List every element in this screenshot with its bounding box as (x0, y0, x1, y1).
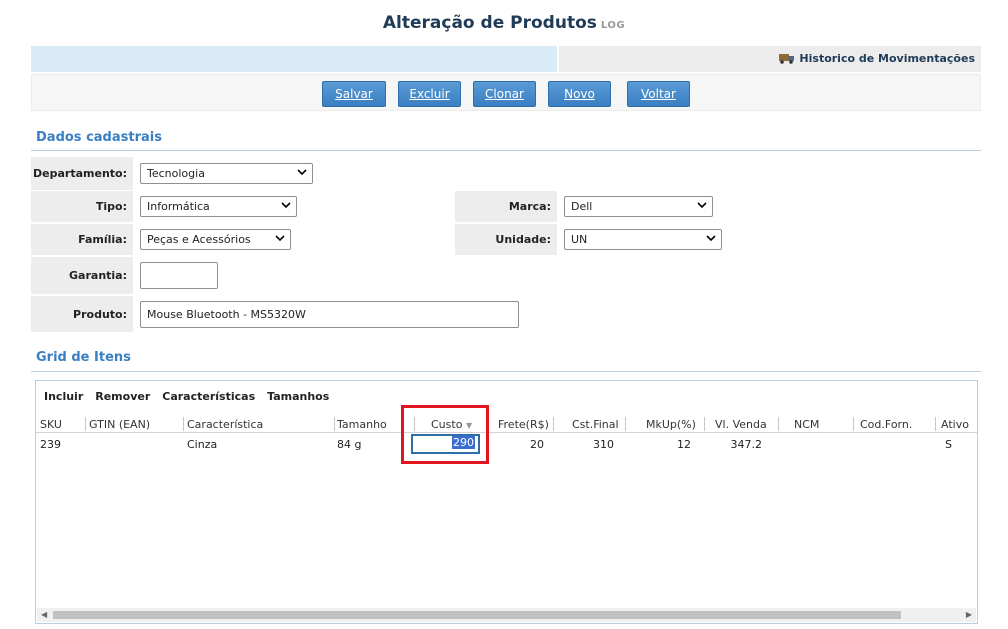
items-grid: Incluir Remover Características Tamanhos… (35, 380, 978, 624)
garantia-input[interactable] (140, 262, 218, 289)
col-cst-final[interactable]: Cst.Final (572, 418, 619, 431)
section-divider (31, 150, 981, 151)
new-button[interactable]: Novo (548, 81, 611, 107)
highlight-box (401, 405, 489, 464)
col-ncm[interactable]: NCM (794, 418, 819, 431)
unidade-value: UN (571, 233, 588, 246)
cell-vl-venda: 347.2 (730, 438, 763, 451)
caracteristicas-button[interactable]: Características (162, 390, 255, 403)
scrollbar-thumb[interactable] (53, 611, 901, 619)
cell-cst-final: 310 (593, 438, 614, 451)
scroll-right-icon[interactable]: ▶ (966, 610, 972, 619)
col-caracteristica[interactable]: Característica (187, 418, 263, 431)
unidade-select[interactable]: UN (564, 229, 722, 250)
col-separator (704, 417, 705, 431)
tipo-value: Informática (147, 200, 210, 213)
section-grid-itens: Grid de Itens (36, 350, 131, 365)
clone-button[interactable]: Clonar (473, 81, 536, 107)
topbar-left (31, 46, 557, 72)
cell-caracteristica: Cinza (187, 438, 218, 451)
scroll-left-icon[interactable]: ◀ (41, 610, 47, 619)
familia-select[interactable]: Peças e Acessórios (140, 229, 291, 250)
marca-label: Marca: (455, 191, 557, 222)
tamanhos-button[interactable]: Tamanhos (267, 390, 329, 403)
page-title: Alteração de Produtos LOG (0, 13, 1008, 33)
col-separator (853, 417, 854, 431)
unidade-label: Unidade: (455, 224, 557, 255)
save-button[interactable]: Salvar (322, 81, 386, 107)
col-separator (85, 417, 86, 431)
familia-label: Família: (31, 224, 133, 255)
col-sku[interactable]: SKU (40, 418, 62, 431)
col-separator (625, 417, 626, 431)
cell-frete: 20 (530, 438, 544, 451)
garantia-label: Garantia: (31, 257, 133, 294)
cell-tamanho: 84 g (337, 438, 362, 451)
col-cod-forn[interactable]: Cod.Forn. (860, 418, 912, 431)
col-frete[interactable]: Frete(R$) (498, 418, 549, 431)
chevron-down-icon (697, 202, 707, 209)
cell-ativo: S (945, 438, 952, 451)
horizontal-scrollbar[interactable]: ◀ ▶ (37, 608, 976, 622)
historico-label: Historico de Movimentações (799, 52, 975, 65)
col-separator (935, 417, 936, 431)
col-mkup[interactable]: MkUp(%) (646, 418, 696, 431)
departamento-select[interactable]: Tecnologia (140, 163, 313, 184)
cell-mkup: 12 (677, 438, 691, 451)
produto-label: Produto: (31, 296, 133, 332)
chevron-down-icon (706, 235, 716, 242)
col-vl-venda[interactable]: Vl. Venda (715, 418, 767, 431)
truck-icon (779, 53, 795, 64)
familia-value: Peças e Acessórios (147, 233, 251, 246)
col-ativo[interactable]: Ativo (941, 418, 969, 431)
col-separator (183, 417, 184, 431)
incluir-button[interactable]: Incluir (44, 390, 83, 403)
chevron-down-icon (297, 169, 307, 176)
topbar-right: Historico de Movimentações (559, 46, 981, 72)
tipo-label: Tipo: (31, 191, 133, 222)
marca-value: Dell (571, 200, 593, 213)
col-separator (553, 417, 554, 431)
col-gtin[interactable]: GTIN (EAN) (89, 418, 150, 431)
produto-input[interactable]: Mouse Bluetooth - MS5320W (140, 301, 519, 328)
marca-select[interactable]: Dell (564, 196, 713, 217)
action-bar: Salvar Excluir Clonar Novo Voltar (31, 74, 981, 111)
tipo-select[interactable]: Informática (140, 196, 297, 217)
departamento-label: Departamento: (31, 157, 133, 190)
section-dados-cadastrais: Dados cadastrais (36, 130, 162, 145)
log-link[interactable]: LOG (601, 20, 625, 31)
remover-button[interactable]: Remover (95, 390, 150, 403)
back-button[interactable]: Voltar (627, 81, 690, 107)
col-tamanho[interactable]: Tamanho (337, 418, 387, 431)
chevron-down-icon (275, 235, 285, 242)
historico-link[interactable]: Historico de Movimentações (779, 52, 975, 65)
grid-toolbar: Incluir Remover Características Tamanhos (44, 390, 329, 403)
chevron-down-icon (281, 202, 291, 209)
col-separator (778, 417, 779, 431)
grid-header: SKU GTIN (EAN) Característica Tamanho Cu… (36, 415, 977, 433)
delete-button[interactable]: Excluir (398, 81, 461, 107)
page-title-text: Alteração de Produtos (382, 13, 597, 33)
col-separator (334, 417, 335, 431)
section-divider (31, 371, 981, 372)
departamento-value: Tecnologia (147, 167, 205, 180)
cell-sku: 239 (40, 438, 61, 451)
